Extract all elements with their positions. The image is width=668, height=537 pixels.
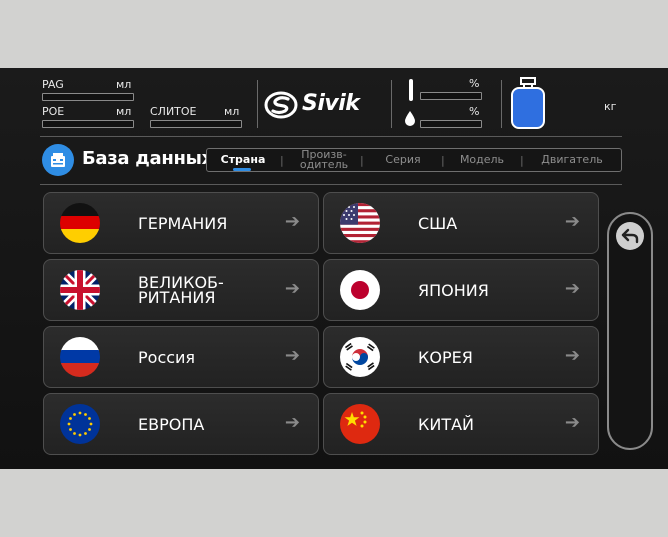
tab-engine[interactable]: Двигатель (529, 149, 615, 171)
country-name: Россия (138, 347, 196, 367)
dye-unit: мл (224, 105, 240, 118)
arrow-right-icon: ➔ (284, 412, 300, 433)
database-icon (42, 144, 74, 176)
pag-unit: мл (116, 78, 132, 91)
poe-unit: мл (116, 105, 132, 118)
back-button[interactable] (616, 222, 644, 250)
page-title: База данных (82, 148, 213, 169)
device-screen: PAG мл POE мл СЛИТОЕ мл Sivik % % кг Баз… (0, 68, 668, 469)
uk-flag-icon (60, 270, 100, 310)
russia-flag-icon (60, 337, 100, 377)
poe-level-bar (42, 120, 134, 128)
oil-bar (420, 120, 482, 128)
china-flag-icon (340, 404, 380, 444)
divider (391, 80, 392, 128)
gauge-unit-1: % (469, 77, 480, 90)
sivik-logo: Sivik (264, 90, 384, 120)
arrow-right-icon: ➔ (564, 211, 580, 232)
country-name: КИТАЙ (418, 414, 475, 434)
country-button-germany[interactable]: ГЕРМАНИЯ ➔ (43, 192, 319, 254)
country-name: ВЕЛИКОБ- РИТАНИЯ (138, 273, 224, 307)
japan-flag-icon (340, 270, 380, 310)
usa-flag-icon (340, 203, 380, 243)
tab-divider: | (360, 154, 364, 167)
country-button-china[interactable]: КИТАЙ ➔ (323, 393, 599, 455)
country-button-japan[interactable]: ЯПОНИЯ ➔ (323, 259, 599, 321)
back-arrow-icon (621, 228, 639, 244)
dye-level-bar (150, 120, 242, 128)
dye-label: СЛИТОЕ (150, 105, 197, 118)
arrow-right-icon: ➔ (284, 345, 300, 366)
eu-flag-icon (60, 404, 100, 444)
arrow-right-icon: ➔ (564, 412, 580, 433)
country-button-usa[interactable]: США ➔ (323, 192, 599, 254)
arrow-right-icon: ➔ (284, 278, 300, 299)
tab-divider: | (441, 154, 445, 167)
germany-flag-icon (60, 203, 100, 243)
divider (501, 80, 502, 128)
poe-label: POE (42, 105, 65, 118)
tab-divider: | (520, 154, 524, 167)
country-name: ГЕРМАНИЯ (138, 213, 228, 233)
tab-model[interactable]: Модель (449, 149, 515, 171)
sivik-logo-icon (264, 91, 298, 119)
thermometer-icon (409, 79, 413, 101)
country-name: КОРЕЯ (418, 347, 473, 367)
temperature-bar (420, 92, 482, 100)
country-button-russia[interactable]: Россия ➔ (43, 326, 319, 388)
gauge-unit-2: % (469, 105, 480, 118)
divider (257, 80, 258, 128)
country-name: ЕВРОПА (138, 414, 205, 434)
status-panel: PAG мл POE мл СЛИТОЕ мл Sivik % % кг (0, 68, 668, 138)
country-name: ЯПОНИЯ (418, 280, 489, 300)
oil-drop-icon (405, 111, 415, 126)
brand-name: Sivik (302, 91, 360, 116)
filter-tabs: Страна | Произв- одитель | Серия | Модел… (206, 148, 622, 172)
country-button-europe[interactable]: ЕВРОПА ➔ (43, 393, 319, 455)
country-button-korea[interactable]: КОРЕЯ ➔ (323, 326, 599, 388)
arrow-right-icon: ➔ (564, 345, 580, 366)
tab-manufacturer[interactable]: Произв- одитель (289, 149, 359, 171)
side-scrollbar[interactable] (607, 212, 653, 450)
divider (40, 184, 622, 185)
arrow-right-icon: ➔ (284, 211, 300, 232)
tab-series[interactable]: Серия (371, 149, 435, 171)
tab-divider: | (280, 154, 284, 167)
korea-flag-icon (340, 337, 380, 377)
pag-level-bar (42, 93, 134, 101)
divider (40, 136, 622, 137)
active-tab-indicator (233, 168, 251, 171)
country-name: США (418, 213, 458, 233)
pag-label: PAG (42, 78, 64, 91)
arrow-right-icon: ➔ (564, 278, 580, 299)
tank-unit: кг (604, 100, 617, 113)
country-button-uk[interactable]: ВЕЛИКОБ- РИТАНИЯ ➔ (43, 259, 319, 321)
refrigerant-tank-icon (511, 77, 545, 129)
